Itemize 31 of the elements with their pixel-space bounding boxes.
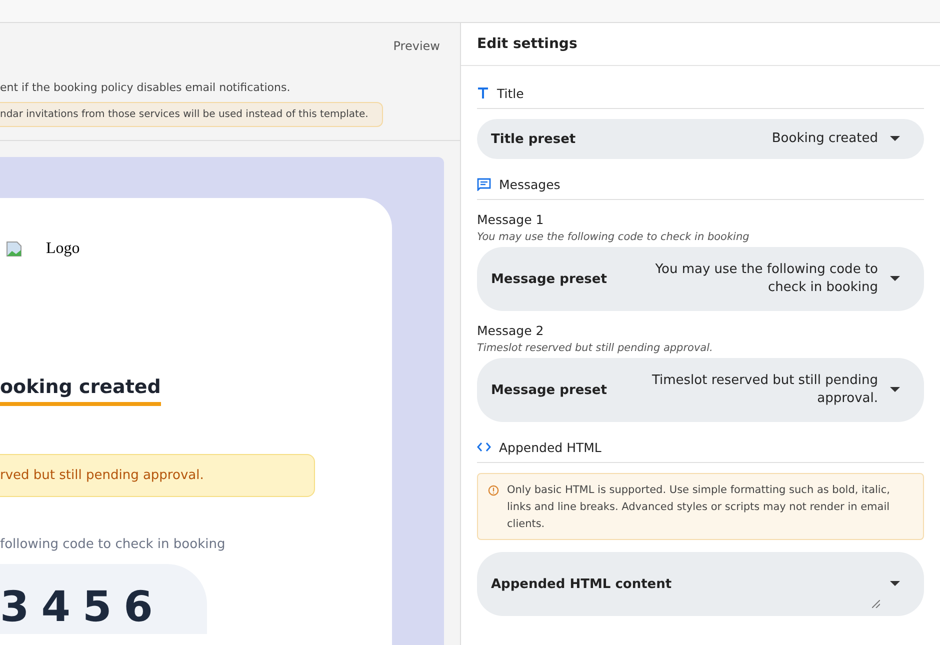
preset-select[interactable]: Message preset Timeslot reserved but still pending approval.: [477, 358, 924, 422]
caret-icon: [890, 276, 900, 282]
notice-text: ent if the booking policy disables email notifications.: [0, 81, 292, 94]
warning-banner: ndar invitations from those services will be used instead of this template.: [0, 102, 383, 127]
caret-icon: [890, 136, 900, 142]
field-caption: Message 2: [477, 323, 545, 338]
note-text: Only basic HTML is supported. Use simple formatting such as bold, italic, links and line breaks. Advanced styles or scripts may not render in email clients.: [507, 483, 891, 532]
message-icon: [477, 178, 491, 190]
email-heading: ooking created: [0, 376, 161, 406]
html-textarea[interactable]: Appended HTML content: [477, 552, 924, 616]
preset-select[interactable]: Message preset You may use the following code to check in booking: [477, 247, 924, 311]
code-icon: [477, 442, 491, 452]
field-caption: Message 1: [477, 212, 545, 227]
resize-handle-icon[interactable]: [872, 600, 880, 608]
section-heading: Title: [497, 86, 524, 100]
preset-select[interactable]: Title preset Booking created: [477, 119, 924, 159]
section-heading: Messages: [499, 176, 560, 192]
panel-title: Edit settings: [477, 36, 578, 52]
alert-banner: rved but still pending approval.: [0, 454, 315, 497]
field-hint: Timeslot reserved but still pending approval.: [477, 342, 714, 354]
broken-image-icon: [6, 241, 22, 257]
caret-icon: [890, 581, 900, 587]
logo-alt-text: Logo: [46, 240, 80, 258]
caret-icon: [890, 387, 900, 393]
field-hint: You may use the following code to check in booking: [477, 231, 750, 243]
email-message: following code to check in booking: [0, 537, 226, 552]
preview-label: Preview: [393, 39, 440, 55]
check-in-code: 3456: [0, 564, 207, 634]
info-icon: [488, 485, 499, 496]
text-icon: [477, 87, 489, 99]
section-heading: Appended HTML: [499, 440, 602, 454]
